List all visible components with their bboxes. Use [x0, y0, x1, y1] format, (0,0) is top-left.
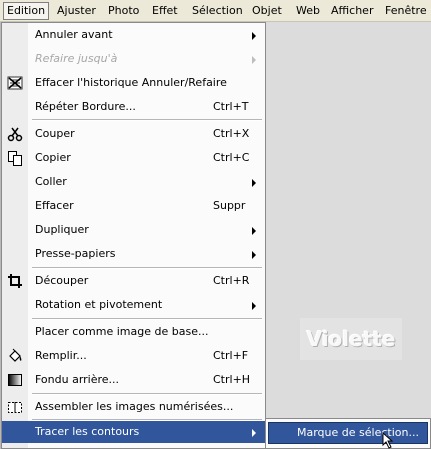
menu-item-label: Placer comme image de base...	[35, 325, 209, 338]
paint-bucket-icon	[9, 348, 22, 362]
submenu-item-label: Marque de sélection...	[297, 426, 419, 439]
tracer-contours-submenu: Marque de sélection...	[265, 418, 431, 449]
fade-gradient-icon	[8, 374, 22, 386]
menu-separator	[32, 393, 262, 395]
menu-web[interactable]: Web	[293, 3, 323, 19]
menu-item-copier[interactable]: Copier Ctrl+C	[2, 147, 265, 169]
submenu-item-marque-selection[interactable]: Marque de sélection...	[268, 422, 428, 444]
menu-item-assembler[interactable]: Assembler les images numérisées...	[2, 396, 265, 418]
menu-item-decouper[interactable]: Découper Ctrl+R	[2, 270, 265, 292]
menu-item-fondu[interactable]: Fondu arrière... Ctrl+H	[2, 369, 265, 391]
submenu-arrow-icon	[252, 429, 256, 437]
edition-dropdown-menu: Annuler avant Refaire jusqu'à Effacer l'…	[1, 22, 266, 449]
menu-item-remplir[interactable]: Remplir... Ctrl+F	[2, 345, 265, 367]
copy-icon	[8, 151, 22, 166]
menu-item-repeter[interactable]: Répéter Bordure... Ctrl+T	[2, 96, 265, 118]
menu-item-annuler-avant[interactable]: Annuler avant	[2, 24, 265, 46]
menu-item-placer[interactable]: Placer comme image de base...	[2, 321, 265, 343]
menu-afficher[interactable]: Afficher	[328, 3, 376, 19]
submenu-arrow-icon	[252, 251, 256, 259]
menu-item-label: Rotation et pivotement	[35, 298, 163, 311]
menu-separator	[32, 267, 262, 269]
submenu-arrow-icon	[252, 32, 256, 40]
menu-item-label: Couper	[35, 127, 75, 140]
submenu-arrow-icon	[252, 227, 256, 235]
crop-icon	[8, 274, 22, 288]
menu-shortcut: Suppr	[213, 199, 246, 212]
menu-item-label: Dupliquer	[35, 223, 89, 236]
menu-item-label: Fondu arrière...	[35, 373, 120, 386]
menu-shortcut: Ctrl+T	[213, 100, 249, 113]
mouse-pointer-icon	[382, 432, 394, 449]
menu-item-effacer-historique[interactable]: Effacer l'historique Annuler/Refaire	[2, 72, 265, 94]
menu-edition[interactable]: Edition	[3, 2, 50, 20]
menu-bar: Edition Ajuster Photo Effet Sélection Ob…	[0, 0, 431, 22]
menu-item-tracer-contours[interactable]: Tracer les contours	[2, 421, 265, 443]
submenu-arrow-icon	[252, 302, 256, 310]
menu-item-label: Copier	[35, 151, 71, 164]
menu-fenetre[interactable]: Fenêtre	[382, 3, 430, 19]
menu-item-label: Effacer	[35, 199, 74, 212]
menu-item-coller[interactable]: Coller	[2, 171, 265, 193]
menu-separator	[32, 119, 262, 121]
menu-separator	[32, 318, 262, 320]
menu-item-label: Assembler les images numérisées...	[35, 400, 234, 413]
menu-item-label: Refaire jusqu'à	[35, 52, 118, 65]
watermark-text: Violette	[300, 318, 402, 360]
menu-item-refaire: Refaire jusqu'à	[2, 48, 265, 70]
menu-item-effacer[interactable]: Effacer Suppr	[2, 195, 265, 217]
menu-selection[interactable]: Sélection	[189, 3, 246, 19]
menu-item-label: Presse-papiers	[35, 247, 116, 260]
menu-item-couper[interactable]: Couper Ctrl+X	[2, 123, 265, 145]
menu-objet[interactable]: Objet	[249, 3, 285, 19]
clear-history-icon	[7, 76, 23, 90]
menu-item-rotation[interactable]: Rotation et pivotement	[2, 294, 265, 316]
menu-item-label: Tracer les contours	[35, 425, 140, 438]
menu-item-label: Découper	[35, 274, 89, 287]
menu-ajuster[interactable]: Ajuster	[54, 3, 99, 19]
menu-shortcut: Ctrl+C	[213, 151, 250, 164]
stitch-scan-icon	[8, 402, 22, 413]
menu-item-presse-papiers[interactable]: Presse-papiers	[2, 243, 265, 265]
submenu-arrow-icon	[252, 56, 256, 64]
menu-photo[interactable]: Photo	[105, 3, 142, 19]
menu-item-label: Coller	[35, 175, 67, 188]
menu-item-label: Annuler avant	[35, 28, 113, 41]
menu-item-label: Remplir...	[35, 349, 87, 362]
menu-shortcut: Ctrl+H	[213, 373, 251, 386]
menu-item-dupliquer[interactable]: Dupliquer	[2, 219, 265, 241]
menu-item-label: Effacer l'historique Annuler/Refaire	[35, 76, 227, 89]
scissors-icon	[7, 127, 23, 142]
menu-item-label: Répéter Bordure...	[35, 100, 136, 113]
menu-shortcut: Ctrl+R	[213, 274, 250, 287]
submenu-arrow-icon	[252, 179, 256, 187]
menu-shortcut: Ctrl+F	[213, 349, 249, 362]
menu-effet[interactable]: Effet	[149, 3, 181, 19]
menu-shortcut: Ctrl+X	[213, 127, 250, 140]
